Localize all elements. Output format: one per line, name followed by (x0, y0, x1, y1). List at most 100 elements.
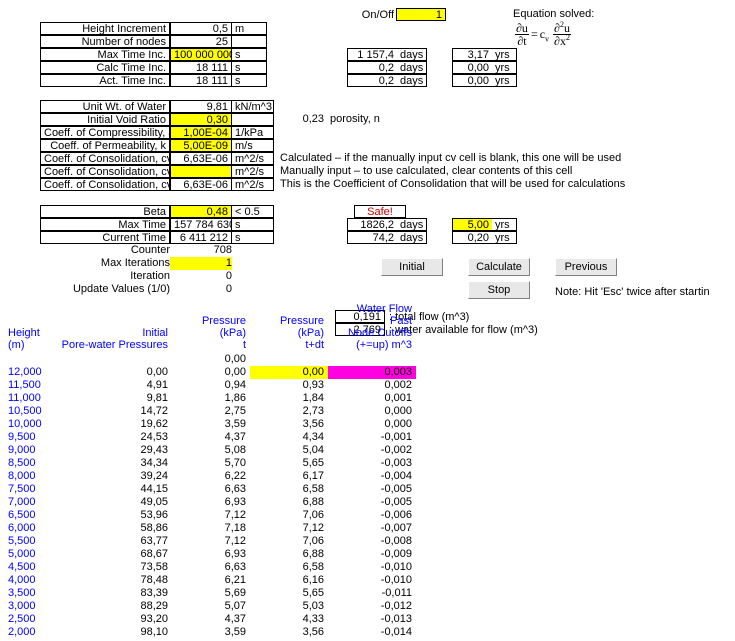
table-row: 11,0009,811,861,840,001 (4, 392, 416, 405)
cell-height: 2,000 (4, 626, 54, 639)
curtime-label: Current Time (40, 231, 170, 244)
g1-label: Number of nodes (40, 35, 170, 48)
g2-value[interactable]: 6,63E-06 (170, 152, 232, 165)
g2-unit: m^2/s (232, 178, 274, 191)
cell-flow: -0,008 (328, 535, 416, 548)
table-row: 9,00029,435,085,04-0,002 (4, 444, 416, 457)
cell-height: 10,000 (4, 418, 54, 431)
th-initial: InitialPore-water Pressures (54, 303, 172, 353)
cell-pt: 6,63 (172, 561, 250, 574)
g2-value[interactable]: 6,63E-06 (170, 178, 232, 191)
cell-pt: 5,69 (172, 587, 250, 600)
cell-pt: 7,12 (172, 535, 250, 548)
cell-ptdt: 6,16 (250, 574, 328, 587)
g2-value[interactable] (170, 165, 232, 178)
cell-pt: 6,22 (172, 470, 250, 483)
cell-ptdt: 7,06 (250, 509, 328, 522)
g1-yrs: 0,00 (452, 61, 492, 74)
curtime-days: 74,2 (347, 231, 397, 244)
g1-value[interactable]: 25 (170, 35, 232, 48)
cell-height: 8,500 (4, 457, 54, 470)
table-row: 2,50093,204,374,33-0,013 (4, 613, 416, 626)
cell-initial: 63,77 (54, 535, 172, 548)
cell-initial: 88,29 (54, 600, 172, 613)
cell-ptdt: 3,56 (250, 418, 328, 431)
table-row: 3,50083,395,695,65-0,011 (4, 587, 416, 600)
cell-flow: -0,009 (328, 548, 416, 561)
g1-value[interactable]: 100 000 000 (170, 48, 232, 61)
cell-initial: 14,72 (54, 405, 172, 418)
cell-ptdt: 5,04 (250, 444, 328, 457)
cell-height: 9,500 (4, 431, 54, 444)
cell-ptdt: 3,56 (250, 626, 328, 639)
cell-pt: 6,63 (172, 483, 250, 496)
cell-height: 3,500 (4, 587, 54, 600)
cell-ptdt (250, 353, 328, 366)
g2-label: Coeff. of Compressibility, av (40, 126, 170, 139)
stop-button[interactable]: Stop (468, 281, 530, 299)
beta-safe: Safe! (354, 205, 406, 218)
table-row: 9,50024,534,374,34-0,001 (4, 431, 416, 444)
g1-yrs-unit: yrs (492, 74, 517, 87)
onoff-label: On/Off (357, 9, 394, 21)
cell-ptdt: 1,84 (250, 392, 328, 405)
cell-pt: 0,00 (172, 366, 250, 379)
g1-unit: m (232, 22, 267, 35)
cell-initial: 4,91 (54, 379, 172, 392)
maxtime-yrs[interactable]: 5,00 (452, 218, 492, 231)
previous-button[interactable]: Previous (555, 258, 617, 276)
cell-height: 4,000 (4, 574, 54, 587)
cell-flow: 0,003 (328, 366, 416, 379)
g1-value[interactable]: 18 111 (170, 61, 232, 74)
cell-initial: 44,15 (54, 483, 172, 496)
cell-ptdt: 4,33 (250, 613, 328, 626)
onoff-value[interactable]: 1 (396, 8, 446, 21)
maxtime-yrs-unit: yrs (492, 218, 517, 231)
cell-ptdt: 6,88 (250, 548, 328, 561)
cell-pt: 5,70 (172, 457, 250, 470)
beta-value[interactable]: 0,48 (170, 205, 232, 218)
g2-value[interactable]: 1,00E-04 (170, 126, 232, 139)
cell-pt: 6,93 (172, 496, 250, 509)
maxtime-days-unit: days (397, 218, 427, 231)
cell-height: 10,500 (4, 405, 54, 418)
g2-unit: 1/kPa (232, 126, 274, 139)
g1-unit (232, 35, 267, 48)
g1-yrs: 3,17 (452, 48, 492, 61)
open-label: Max Iterations (40, 257, 170, 270)
open-value[interactable]: 1 (170, 257, 232, 270)
g1-value[interactable]: 18 111 (170, 74, 232, 87)
open-value: 0 (170, 283, 232, 296)
calculate-button[interactable]: Calculate (468, 258, 530, 276)
g1-days-unit: days (397, 74, 427, 87)
g2-label: Initial Void Ratio (40, 113, 170, 126)
cell-flow: -0,007 (328, 522, 416, 535)
cell-flow: -0,010 (328, 561, 416, 574)
g2-note: Calculated – if the manually input cv ce… (280, 152, 621, 165)
cell-height: 7,000 (4, 496, 54, 509)
g1-yrs: 0,00 (452, 74, 492, 87)
table-row: 2,00098,103,593,56-0,014 (4, 626, 416, 639)
g1-label: Height Increment (40, 22, 170, 35)
curtime-yrs-unit: yrs (492, 231, 517, 244)
cell-ptdt: 6,58 (250, 561, 328, 574)
cell-height: 5,500 (4, 535, 54, 548)
g1-value[interactable]: 0,5 (170, 22, 232, 35)
g2-value[interactable]: 5,00E-09 (170, 139, 232, 152)
cell-initial: 78,48 (54, 574, 172, 587)
cell-flow: -0,002 (328, 444, 416, 457)
th-flow: Water Flow PastNode Cutoffs(+=up) m^3 (328, 303, 416, 353)
cell-pt: 7,12 (172, 509, 250, 522)
cell-initial: 93,20 (54, 613, 172, 626)
g2-value[interactable]: 0,30 (170, 113, 232, 126)
g1-label: Act. Time Inc. (40, 74, 170, 87)
table-row: 8,50034,345,705,65-0,003 (4, 457, 416, 470)
cell-flow: 0,000 (328, 418, 416, 431)
initial-button[interactable]: Initial (381, 258, 443, 276)
cell-flow: -0,013 (328, 613, 416, 626)
g2-unit: m^2/s (232, 165, 274, 178)
g2-value[interactable]: 9,81 (170, 100, 232, 113)
cell-initial: 98,10 (54, 626, 172, 639)
table-row: 7,00049,056,936,88-0,005 (4, 496, 416, 509)
table-row: 10,00019,623,593,560,000 (4, 418, 416, 431)
